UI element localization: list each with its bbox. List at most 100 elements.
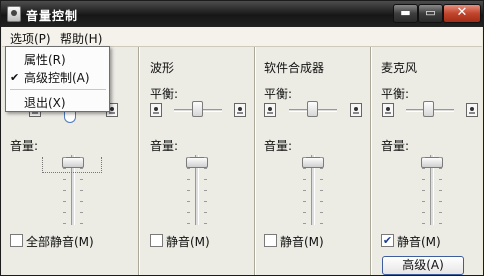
volume-label: 音量:	[264, 139, 293, 153]
slider-tick	[63, 157, 66, 158]
slider-tick	[320, 179, 323, 180]
slider-tick	[439, 212, 442, 213]
slider-tick	[439, 157, 442, 158]
advanced-button[interactable]: 高级(A)	[382, 256, 464, 275]
speaker-icon	[350, 103, 362, 117]
balance-label: 平衡:	[264, 87, 293, 101]
volume-slider-thumb[interactable]	[302, 157, 324, 168]
slider-tick	[320, 168, 323, 169]
slider-tick	[422, 157, 425, 158]
slider-tick	[303, 157, 306, 158]
volume-control-window: 音量控制 ▬ ▭ ✕ 选项(P) 帮助(H) 音量: 全部静音(M) 波形 平衡…	[0, 0, 484, 276]
mute-checkbox-synth[interactable]	[264, 234, 277, 247]
slider-tick	[422, 168, 425, 169]
slider-tick	[439, 201, 442, 202]
mute-checkbox-mic[interactable]: ✔	[381, 234, 394, 247]
menu-item-properties[interactable]: 属性(R)	[24, 51, 66, 68]
slider-tick	[439, 179, 442, 180]
menu-separator	[10, 89, 106, 90]
slider-tick	[320, 212, 323, 213]
slider-tick	[204, 179, 207, 180]
slider-tick	[303, 190, 306, 191]
menu-item-exit[interactable]: 退出(X)	[24, 94, 66, 111]
slider-tick	[187, 179, 190, 180]
slider-tick	[187, 223, 190, 224]
slider-tick	[320, 190, 323, 191]
column-title-wave: 波形	[150, 61, 175, 75]
slider-tick	[63, 201, 66, 202]
volume-label: 音量:	[150, 139, 179, 153]
window-title: 音量控制	[26, 9, 79, 23]
menu-help[interactable]: 帮助(H)	[60, 30, 102, 47]
slider-tick	[204, 223, 207, 224]
mute-label: 静音(M)	[397, 235, 441, 249]
mute-checkbox-wave[interactable]	[150, 234, 163, 247]
slider-tick	[63, 223, 66, 224]
slider-tick	[422, 201, 425, 202]
balance-slider-thumb[interactable]	[423, 101, 434, 117]
menu-item-advanced-controls[interactable]: 高级控制(A)	[24, 69, 90, 86]
slider-tick	[80, 223, 83, 224]
slider-tick	[422, 190, 425, 191]
column-title-synth: 软件合成器	[264, 61, 325, 75]
slider-tick	[204, 168, 207, 169]
slider-tick	[187, 168, 190, 169]
slider-tick	[187, 212, 190, 213]
speaker-icon	[264, 103, 276, 117]
mute-all-checkbox[interactable]	[10, 234, 23, 247]
slider-tick	[80, 179, 83, 180]
slider-tick	[80, 157, 83, 158]
volume-label: 音量:	[10, 139, 39, 153]
column-divider	[138, 47, 140, 275]
checkmark-icon: ✔	[10, 71, 20, 84]
slider-tick	[303, 212, 306, 213]
slider-tick	[303, 201, 306, 202]
mute-label: 静音(M)	[280, 235, 324, 249]
balance-slider-thumb[interactable]	[307, 101, 318, 117]
slider-tick	[63, 212, 66, 213]
speaker-icon	[150, 103, 162, 117]
slider-tick	[422, 212, 425, 213]
slider-tick	[204, 190, 207, 191]
column-divider	[370, 47, 372, 275]
column-divider	[254, 47, 256, 275]
slider-tick	[80, 190, 83, 191]
volume-slider-thumb[interactable]	[186, 157, 208, 168]
slider-tick	[187, 190, 190, 191]
slider-tick	[439, 190, 442, 191]
column-title-mic: 麦克风	[381, 61, 418, 75]
slider-tick	[80, 212, 83, 213]
speaker-icon	[466, 103, 478, 117]
slider-tick	[187, 157, 190, 158]
slider-tick	[80, 168, 83, 169]
close-button[interactable]: ✕	[443, 4, 481, 23]
slider-tick	[63, 179, 66, 180]
title-bar[interactable]: 音量控制 ▬ ▭ ✕	[1, 1, 483, 27]
slider-tick	[63, 168, 66, 169]
balance-label: 平衡:	[150, 87, 179, 101]
mute-label: 静音(M)	[166, 235, 210, 249]
slider-tick	[187, 201, 190, 202]
minimize-button[interactable]: ▬	[393, 4, 418, 23]
slider-tick	[422, 179, 425, 180]
balance-label: 平衡:	[381, 87, 410, 101]
slider-tick	[204, 157, 207, 158]
maximize-button[interactable]: ▭	[418, 4, 443, 23]
speaker-icon	[382, 103, 394, 117]
volume-label: 音量:	[381, 139, 410, 153]
slider-tick	[204, 201, 207, 202]
slider-tick	[320, 223, 323, 224]
options-dropdown-menu: 属性(R) ✔ 高级控制(A) 退出(X)	[5, 46, 110, 112]
balance-slider-thumb[interactable]	[64, 111, 76, 123]
balance-slider-thumb[interactable]	[192, 101, 203, 117]
focus-rectangle	[42, 157, 102, 173]
slider-tick	[320, 157, 323, 158]
slider-tick	[204, 212, 207, 213]
volume-slider-thumb[interactable]	[421, 157, 443, 168]
slider-tick	[320, 201, 323, 202]
mute-all-label: 全部静音(M)	[26, 235, 94, 249]
slider-tick	[439, 168, 442, 169]
menu-bar: 选项(P) 帮助(H)	[2, 27, 482, 47]
menu-options[interactable]: 选项(P)	[10, 30, 51, 47]
slider-tick	[303, 168, 306, 169]
